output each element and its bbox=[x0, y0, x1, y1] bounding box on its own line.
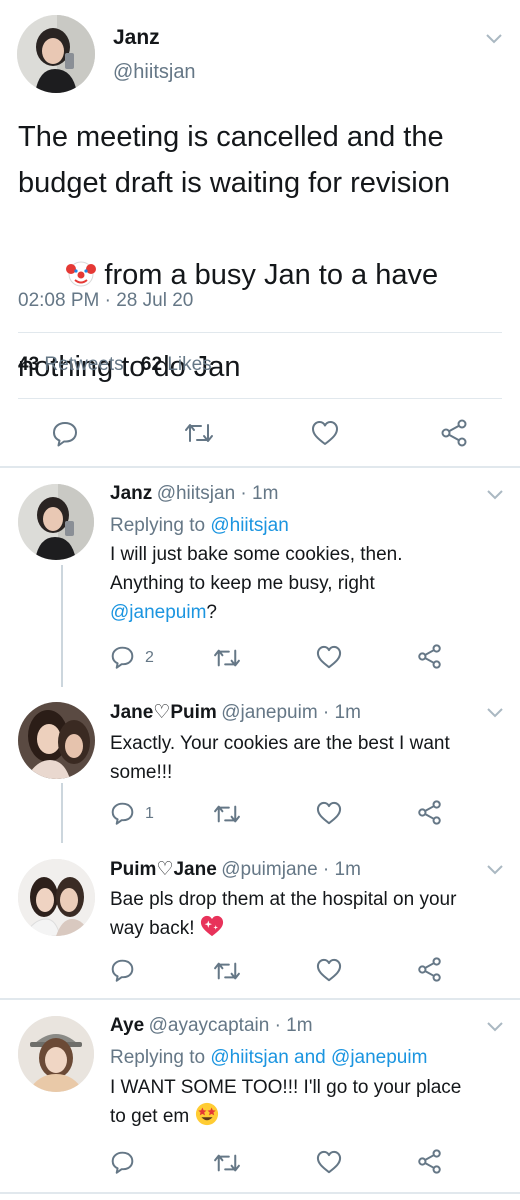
section-divider bbox=[0, 466, 520, 468]
retweet-icon[interactable] bbox=[213, 803, 241, 825]
tweet-text-line-1: The meeting is cancelled and the bbox=[18, 121, 444, 153]
reply-text-line-2: Anything to keep me busy, right bbox=[110, 573, 375, 594]
likes-label: Likes bbox=[167, 354, 212, 375]
section-divider bbox=[0, 998, 520, 1000]
reply-count: 1 bbox=[145, 805, 154, 822]
reply-author-name[interactable]: Aye bbox=[110, 1015, 144, 1036]
like-icon[interactable] bbox=[316, 645, 342, 669]
reply-header: Aye @ayaycaptain · 1m bbox=[110, 1015, 313, 1037]
retweet-icon[interactable] bbox=[213, 1152, 241, 1174]
retweet-icon[interactable] bbox=[213, 960, 241, 982]
tweet-text: The meeting is cancelled and the budget … bbox=[18, 114, 513, 390]
chevron-down-icon[interactable] bbox=[486, 489, 504, 501]
reply-header: Puim♡Jane @puimjane · 1m bbox=[110, 858, 361, 881]
reply-header: Jane♡Puim @janepuim · 1m bbox=[110, 701, 361, 724]
share-icon[interactable] bbox=[417, 957, 442, 982]
mention-link[interactable]: @janepuim bbox=[110, 602, 206, 623]
reply-icon[interactable] bbox=[110, 958, 135, 983]
author-avatar[interactable] bbox=[17, 15, 95, 93]
star-struck-emoji bbox=[195, 1102, 218, 1126]
engagement-stats: 43 Retweets 62 Likes bbox=[18, 354, 212, 376]
reply-icon[interactable] bbox=[110, 801, 135, 826]
reply-text: I WANT SOME TOO!!! I'll go to your place… bbox=[110, 1073, 515, 1131]
tweet-text-line-2: budget draft is waiting for revision bbox=[18, 167, 450, 199]
author-handle[interactable]: @hiitsjan bbox=[113, 61, 196, 84]
chevron-down-icon[interactable] bbox=[485, 33, 503, 45]
replying-to-link[interactable]: @hiitsjan and @janepuim bbox=[210, 1047, 427, 1068]
retweet-icon[interactable] bbox=[184, 421, 214, 445]
reply-icon[interactable] bbox=[110, 1150, 135, 1175]
reply-author-name[interactable]: Janz bbox=[110, 483, 152, 504]
replying-to: Replying to @hiitsjan bbox=[110, 511, 289, 540]
replying-to: Replying to @hiitsjan and @janepuim bbox=[110, 1043, 427, 1072]
like-icon[interactable] bbox=[311, 420, 339, 446]
divider bbox=[18, 332, 502, 333]
chevron-down-icon[interactable] bbox=[486, 864, 504, 876]
reply-text: Bae pls drop them at the hospital on you… bbox=[110, 885, 515, 943]
reply-text-line-2: some!!! bbox=[110, 762, 173, 783]
reply-author-name[interactable]: Puim♡Jane bbox=[110, 859, 217, 880]
replying-to-prefix: Replying to bbox=[110, 1047, 211, 1068]
chevron-down-icon[interactable] bbox=[486, 1021, 504, 1033]
reply-text-line-1: I will just bake some cookies, then. bbox=[110, 544, 403, 565]
divider bbox=[18, 398, 502, 399]
reply-text: Exactly. Your cookies are the best I wan… bbox=[110, 729, 515, 787]
reply-count: 2 bbox=[145, 649, 154, 666]
reply-text-line-2: way back! bbox=[110, 914, 515, 943]
retweets-label: Retweets bbox=[44, 354, 124, 375]
reply-author-handle[interactable]: @hiitsjan · 1m bbox=[157, 483, 279, 504]
reply-icon[interactable] bbox=[51, 420, 79, 448]
reply-text-line-1: Exactly. Your cookies are the best I wan… bbox=[110, 733, 450, 754]
tweet-timestamp: 02:08 PM · 28 Jul 20 bbox=[18, 290, 194, 311]
reply-text-line-3: @janepuim? bbox=[110, 598, 510, 627]
likes-stat[interactable]: 62 Likes bbox=[141, 354, 212, 375]
reply-avatar[interactable] bbox=[18, 1016, 94, 1092]
reply-text: I will just bake some cookies, then. Any… bbox=[110, 540, 510, 627]
reply-text-line-1: Bae pls drop them at the hospital on you… bbox=[110, 889, 457, 910]
reply-author-name[interactable]: Jane♡Puim bbox=[110, 702, 217, 723]
tweet-text-line-3-text: from a busy Jan to a have bbox=[96, 259, 439, 291]
reply-text-tail: ? bbox=[206, 602, 217, 623]
reply-author-handle[interactable]: @puimjane · 1m bbox=[221, 859, 361, 880]
share-icon[interactable] bbox=[417, 800, 442, 825]
chevron-down-icon[interactable] bbox=[486, 707, 504, 719]
retweets-stat[interactable]: 43 Retweets bbox=[18, 354, 129, 375]
reply-avatar[interactable] bbox=[18, 702, 95, 779]
reply-text-line-1: I WANT SOME TOO!!! I'll go to your place bbox=[110, 1077, 462, 1098]
like-icon[interactable] bbox=[316, 958, 342, 982]
reply-text-line-2-text: to get em bbox=[110, 1106, 190, 1127]
replying-to-prefix: Replying to bbox=[110, 515, 211, 536]
reply-avatar[interactable] bbox=[18, 484, 94, 560]
share-icon[interactable] bbox=[417, 644, 442, 669]
reply-author-handle[interactable]: @janepuim · 1m bbox=[221, 702, 361, 723]
share-icon[interactable] bbox=[440, 419, 468, 447]
author-name[interactable]: Janz bbox=[113, 26, 160, 50]
reply-text-line-2-text: way back! bbox=[110, 918, 195, 939]
retweet-icon[interactable] bbox=[213, 647, 241, 669]
reply-avatar[interactable] bbox=[18, 859, 95, 936]
retweets-count: 43 bbox=[18, 354, 40, 375]
tweet-text-line-3: from a busy Jan to a have bbox=[18, 206, 513, 344]
clown-face-emoji bbox=[66, 261, 97, 287]
replying-to-link[interactable]: @hiitsjan bbox=[210, 515, 288, 536]
like-icon[interactable] bbox=[316, 801, 342, 825]
reply-text-line-2: to get em bbox=[110, 1102, 515, 1131]
thread-line bbox=[61, 783, 63, 843]
share-icon[interactable] bbox=[417, 1149, 442, 1174]
sparkling-heart-emoji bbox=[200, 915, 223, 937]
like-icon[interactable] bbox=[316, 1150, 342, 1174]
reply-header: Janz @hiitsjan · 1m bbox=[110, 483, 278, 505]
reply-icon[interactable] bbox=[110, 645, 135, 670]
section-divider bbox=[0, 1192, 520, 1194]
thread-line bbox=[61, 565, 63, 687]
likes-count: 62 bbox=[140, 354, 163, 375]
reply-author-handle[interactable]: @ayaycaptain · 1m bbox=[149, 1015, 313, 1036]
